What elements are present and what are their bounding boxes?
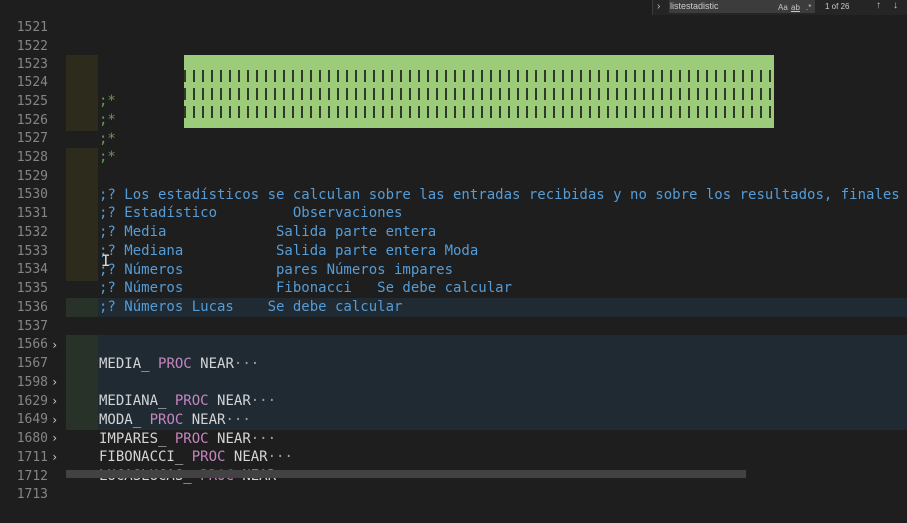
find-input[interactable]: listestadistic Aa ab .* (669, 0, 815, 13)
line-number: 1713 (16, 487, 48, 502)
code-line[interactable]: 1712 (0, 448, 907, 484)
toggle-replace-chevron-icon[interactable]: › (657, 1, 660, 12)
find-query-text: listestadistic (670, 1, 719, 11)
code-line[interactable]: 1711 (0, 429, 907, 465)
folded-proc-line[interactable]: 1649 › FIBONACCI_ PROC NEAR··· (0, 391, 907, 465)
folded-proc-line[interactable]: 1537 › MEDIA_ PROC NEAR··· (0, 298, 907, 372)
next-match-arrow-icon[interactable]: ↓ (893, 0, 898, 11)
code-line[interactable]: 1533 ;? Números pares Números impares (0, 223, 907, 278)
folded-proc-line[interactable]: 1567 › MEDIANA_ PROC NEAR··· (0, 335, 907, 409)
code-line[interactable]: 1530 ;? Estadístico Observaciones (0, 166, 907, 221)
find-widget: › listestadistic Aa ab .* 1 of 26 ↑ ↓ (652, 0, 907, 15)
folded-proc-line[interactable]: 1598 › MODA_ PROC NEAR··· (0, 354, 907, 428)
code-line[interactable]: 1526 ;* (0, 92, 907, 147)
code-line[interactable]: 1527 ;* (0, 110, 907, 165)
code-line[interactable]: 1529 ;? Los estadísticos se calculan sob… (0, 148, 907, 203)
find-result-count: 1 of 26 (825, 2, 850, 11)
horizontal-scrollbar[interactable] (66, 470, 746, 478)
match-case-icon[interactable]: Aa (778, 1, 788, 14)
code-line[interactable]: 1525 ;* (0, 73, 907, 128)
code-line[interactable]: 1535 ;? Números Lucas Se debe calcular (0, 260, 907, 315)
text-cursor-icon: I (101, 251, 111, 270)
code-line[interactable]: 1534 ;? Números Fibonacci Se debe calcul… (0, 241, 907, 296)
code-line[interactable]: 1522 (0, 18, 907, 54)
code-line[interactable]: 1531 ;? Media Salida parte entera (0, 185, 907, 240)
code-editor[interactable]: 1521 1522 1523 1524 ;* 1525 ;* 1526 ;* 1… (0, 0, 907, 502)
code-line[interactable]: 1532 ;? Mediana Salida parte entera Moda (0, 204, 907, 259)
code-line[interactable]: 1536 (0, 279, 907, 315)
code-line[interactable]: 1566 (0, 316, 907, 352)
code-line[interactable]: 1524 ;* (0, 54, 907, 109)
previous-match-arrow-icon[interactable]: ↑ (876, 0, 881, 11)
folded-proc-line[interactable]: 1680 › LUCASLUCAS_ PROC NEAR··· (0, 410, 907, 484)
code-line[interactable]: 1523 (0, 36, 907, 72)
regex-icon[interactable]: .* (806, 1, 811, 14)
whole-word-icon[interactable]: ab (791, 1, 800, 14)
folded-proc-line[interactable]: 1629 › IMPARES_ PROC NEAR··· (0, 373, 907, 447)
code-line[interactable]: 1528 (0, 129, 907, 165)
